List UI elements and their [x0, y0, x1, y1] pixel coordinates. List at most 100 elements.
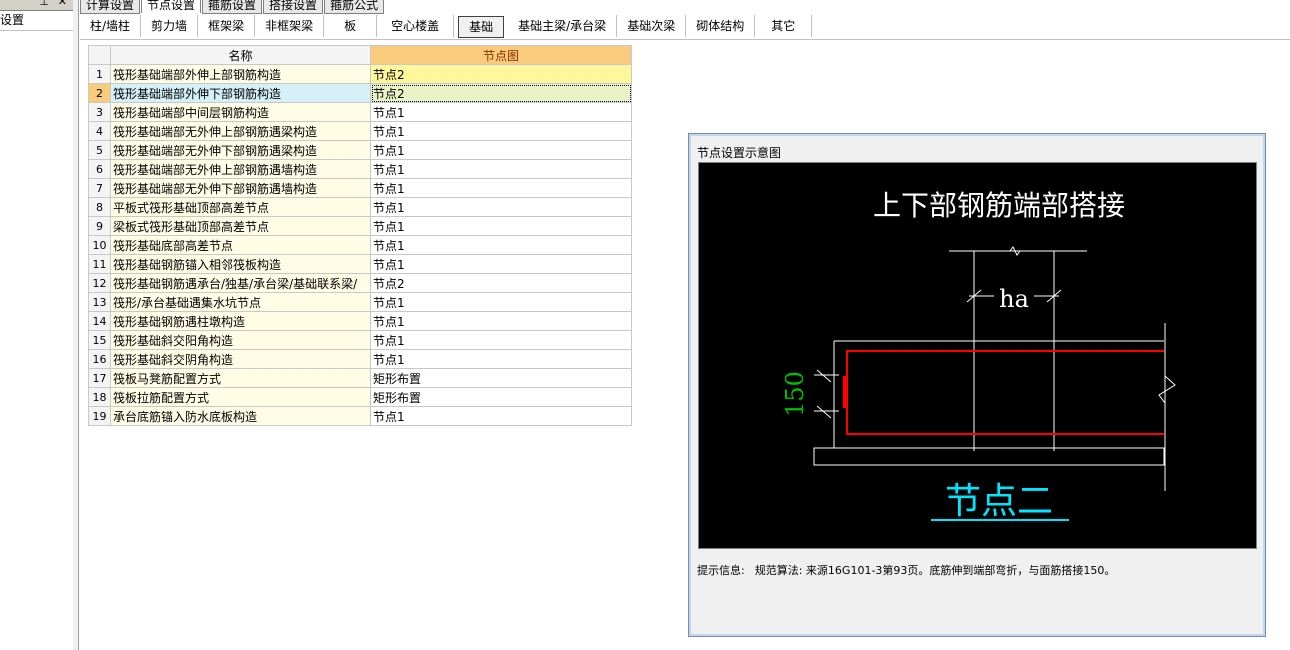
- tab-calc-settings[interactable]: 计算设置: [80, 0, 141, 14]
- node-value-cell[interactable]: 节点2: [370, 83, 632, 103]
- name-cell[interactable]: 筏形基础端部外伸上部钢筋构造: [110, 64, 371, 84]
- node-value-cell[interactable]: 节点2: [370, 64, 632, 84]
- name-cell[interactable]: 筏形基础斜交阳角构造: [110, 330, 371, 350]
- name-cell[interactable]: 筏形基础斜交阴角构造: [110, 349, 371, 369]
- name-cell[interactable]: 筏形基础钢筋锚入相邻筏板构造: [110, 254, 371, 274]
- node-column-header[interactable]: 节点图: [370, 45, 632, 65]
- row-number-cell: 18: [88, 387, 111, 407]
- node-value-cell[interactable]: 矩形布置: [370, 368, 632, 388]
- tab-masonry[interactable]: 砌体结构: [686, 15, 756, 37]
- node-value-cell[interactable]: 节点1: [370, 121, 632, 141]
- table-row[interactable]: 8 平板式筏形基础顶部高差节点 节点1: [88, 197, 632, 217]
- node-value-cell[interactable]: 节点1: [370, 330, 632, 350]
- left-panel-titlebar: ⊥ ✕: [0, 0, 73, 11]
- name-cell[interactable]: 承台底筋锚入防水底板构造: [110, 406, 371, 426]
- tab-foundation-main-beam[interactable]: 基础主梁/承台梁: [508, 15, 618, 37]
- left-panel-item[interactable]: 设置: [0, 12, 24, 28]
- name-cell[interactable]: 筏形/承台基础遇集水坑节点: [110, 292, 371, 312]
- close-icon[interactable]: ✕: [58, 0, 67, 8]
- tab-node-settings[interactable]: 节点设置: [141, 0, 202, 13]
- table-row[interactable]: 6 筏形基础端部无外伸上部钢筋遇墙构造 节点1: [88, 159, 632, 179]
- name-cell[interactable]: 梁板式筏形基础顶部高差节点: [110, 216, 371, 236]
- tab-frame-beam[interactable]: 框架梁: [198, 15, 256, 37]
- row-number-cell: 10: [88, 235, 111, 255]
- table-row[interactable]: 10 筏形基础底部高差节点 节点1: [88, 235, 632, 255]
- name-cell[interactable]: 筏形基础端部无外伸下部钢筋遇墙构造: [110, 178, 371, 198]
- pin-icon[interactable]: ⊥: [39, 0, 49, 8]
- component-tab-bar: 柱/墙柱 剪力墙 框架梁 非框架梁 板 空心楼盖 基础 基础主梁/承台梁 基础次…: [80, 15, 1290, 40]
- dimension-150-label: 150: [781, 371, 809, 417]
- table-row[interactable]: 17 筏板马凳筋配置方式 矩形布置: [88, 368, 632, 388]
- node-value-cell[interactable]: 节点1: [370, 311, 632, 331]
- node-diagram-dialog: 节点设置示意图 上下部钢筋端部搭接 ha 150 节点二 提示信息: 规范算法:…: [688, 133, 1266, 637]
- left-panel-divider: [0, 30, 73, 31]
- node-value-cell[interactable]: 节点1: [370, 406, 632, 426]
- name-cell[interactable]: 筏形基础钢筋遇柱墩构造: [110, 311, 371, 331]
- node-value-cell[interactable]: 节点1: [370, 140, 632, 160]
- name-column-header[interactable]: 名称: [110, 45, 371, 65]
- table-row[interactable]: 4 筏形基础端部无外伸上部钢筋遇梁构造 节点1: [88, 121, 632, 141]
- node-value-cell[interactable]: 节点1: [370, 102, 632, 122]
- row-number-cell: 12: [88, 273, 111, 293]
- table-row[interactable]: 9 梁板式筏形基础顶部高差节点 节点1: [88, 216, 632, 236]
- column-lines: [813, 246, 1176, 491]
- name-cell[interactable]: 筏形基础端部无外伸上部钢筋遇梁构造: [110, 121, 371, 141]
- row-number-cell: 6: [88, 159, 111, 179]
- tab-column[interactable]: 柱/墙柱: [80, 15, 142, 37]
- node-value-cell[interactable]: 节点1: [370, 292, 632, 312]
- table-row[interactable]: 14 筏形基础钢筋遇柱墩构造 节点1: [88, 311, 632, 331]
- name-cell[interactable]: 筏板拉筋配置方式: [110, 387, 371, 407]
- row-number-cell: 1: [88, 64, 111, 84]
- node-value-cell[interactable]: 节点1: [370, 254, 632, 274]
- tab-non-frame-beam[interactable]: 非框架梁: [255, 15, 325, 37]
- table-row[interactable]: 3 筏形基础端部中间层钢筋构造 节点1: [88, 102, 632, 122]
- row-number-cell: 5: [88, 140, 111, 160]
- name-cell[interactable]: 筏形基础端部中间层钢筋构造: [110, 102, 371, 122]
- name-cell[interactable]: 筏形基础端部无外伸上部钢筋遇墙构造: [110, 159, 371, 179]
- table-row[interactable]: 12 筏形基础钢筋遇承台/独基/承台梁/基础联系梁/节点2: [88, 273, 632, 293]
- node-diagram-canvas: 上下部钢筋端部搭接 ha 150 节点二: [698, 162, 1257, 549]
- tab-slab[interactable]: 板: [324, 15, 378, 37]
- table-header-row: 名称 节点图: [88, 45, 632, 65]
- row-number-cell: 16: [88, 349, 111, 369]
- table-row[interactable]: 13 筏形/承台基础遇集水坑节点 节点1: [88, 292, 632, 312]
- name-cell[interactable]: 平板式筏形基础顶部高差节点: [110, 197, 371, 217]
- node-value-cell[interactable]: 节点1: [370, 349, 632, 369]
- table-row[interactable]: 19 承台底筋锚入防水底板构造 节点1: [88, 406, 632, 426]
- name-cell[interactable]: 筏形基础钢筋遇承台/独基/承台梁/基础联系梁/: [110, 273, 371, 293]
- name-cell[interactable]: 筏板马凳筋配置方式: [110, 368, 371, 388]
- table-row[interactable]: 15 筏形基础斜交阳角构造 节点1: [88, 330, 632, 350]
- tab-lap-settings[interactable]: 搭接设置: [263, 0, 324, 14]
- table-row[interactable]: 1 筏形基础端部外伸上部钢筋构造 节点2: [88, 64, 632, 84]
- node-value-cell[interactable]: 矩形布置: [370, 387, 632, 407]
- row-number-cell: 15: [88, 330, 111, 350]
- tab-stirrup-settings[interactable]: 箍筋设置: [202, 0, 263, 14]
- node-value-cell[interactable]: 节点1: [370, 197, 632, 217]
- panel-splitter[interactable]: [73, 0, 79, 650]
- node-value-cell[interactable]: 节点1: [370, 178, 632, 198]
- table-row[interactable]: 16 筏形基础斜交阴角构造 节点1: [88, 349, 632, 369]
- node-value-cell[interactable]: 节点1: [370, 159, 632, 179]
- diagram-heading: 上下部钢筋端部搭接: [873, 189, 1125, 222]
- tab-hollow-floor[interactable]: 空心楼盖: [377, 15, 455, 37]
- tab-other[interactable]: 其它: [755, 15, 813, 37]
- node-value-cell[interactable]: 节点2: [370, 273, 632, 293]
- name-cell[interactable]: 筏形基础端部外伸下部钢筋构造: [110, 83, 371, 103]
- table-row[interactable]: 18 筏板拉筋配置方式 矩形布置: [88, 387, 632, 407]
- node-value-cell[interactable]: 节点1: [370, 235, 632, 255]
- table-row[interactable]: 2 筏形基础端部外伸下部钢筋构造 节点2: [88, 83, 632, 103]
- tab-shear-wall[interactable]: 剪力墙: [141, 15, 199, 37]
- name-cell[interactable]: 筏形基础端部无外伸下部钢筋遇梁构造: [110, 140, 371, 160]
- tab-foundation-secondary-beam[interactable]: 基础次梁: [617, 15, 687, 37]
- tab-foundation[interactable]: 基础: [458, 16, 505, 38]
- table-row[interactable]: 11 筏形基础钢筋锚入相邻筏板构造 节点1: [88, 254, 632, 274]
- row-number-header: [88, 45, 111, 65]
- table-row[interactable]: 7 筏形基础端部无外伸下部钢筋遇墙构造 节点1: [88, 178, 632, 198]
- tab-stirrup-formula[interactable]: 箍筋公式: [324, 0, 385, 14]
- hint-text: 规范算法: 来源16G101-3第93页。底筋伸到端部弯折，与面筋搭接150。: [754, 564, 1116, 577]
- name-cell[interactable]: 筏形基础底部高差节点: [110, 235, 371, 255]
- table-row[interactable]: 5 筏形基础端部无外伸下部钢筋遇梁构造 节点1: [88, 140, 632, 160]
- hint-label: 提示信息:: [697, 564, 745, 577]
- node-value-cell[interactable]: 节点1: [370, 216, 632, 236]
- row-number-cell: 13: [88, 292, 111, 312]
